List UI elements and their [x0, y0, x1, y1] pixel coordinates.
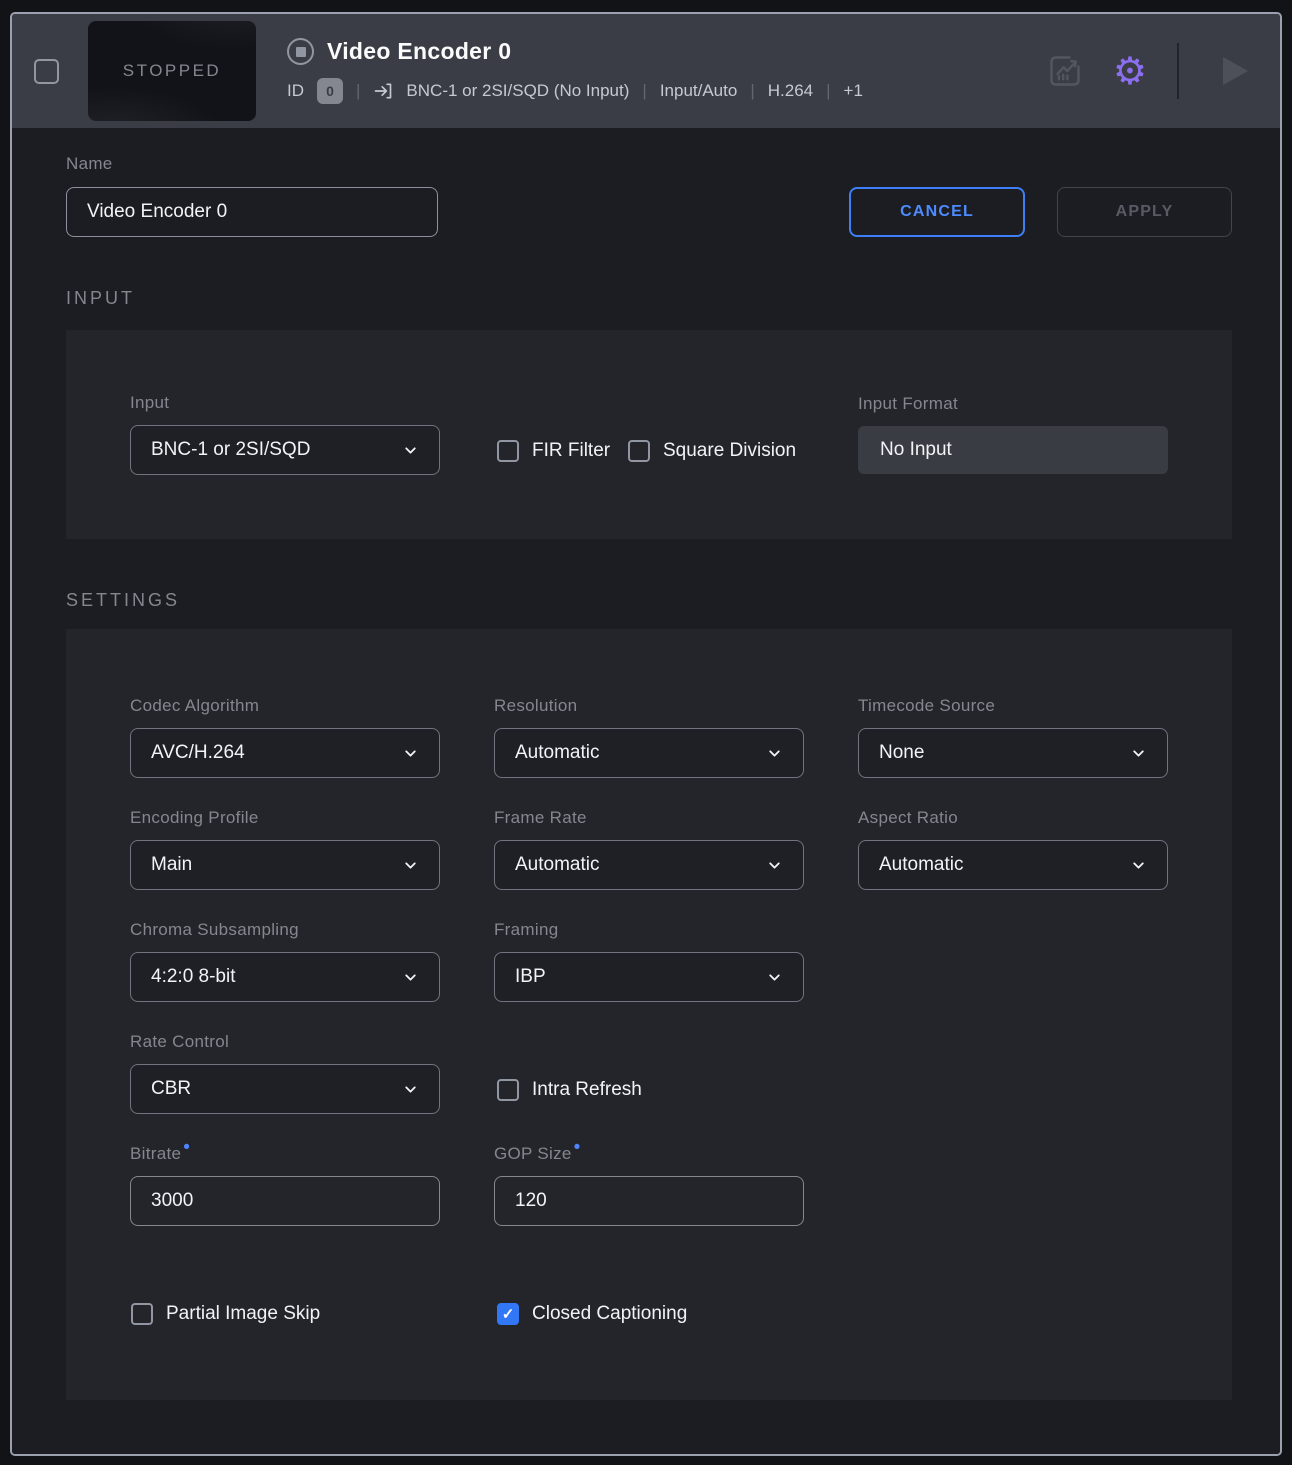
meta-more-count: +1	[844, 81, 863, 101]
chevron-down-icon	[766, 745, 783, 762]
stopped-status-icon	[287, 38, 314, 65]
required-indicator: •	[183, 1137, 190, 1158]
cancel-button[interactable]: CANCEL	[849, 187, 1025, 237]
square-division-checkbox[interactable]: ✓ Square Division	[628, 440, 796, 462]
chevron-down-icon	[402, 442, 419, 459]
bitrate-label: Bitrate•	[130, 1144, 190, 1164]
name-input[interactable]	[66, 187, 438, 237]
chevron-down-icon	[766, 857, 783, 874]
input-format-value: No Input	[858, 426, 1168, 474]
encoding-profile-label: Encoding Profile	[130, 808, 259, 828]
resolution-select[interactable]: Automatic	[494, 728, 804, 778]
partial-image-skip-checkbox[interactable]: ✓ Partial Image Skip	[131, 1303, 320, 1325]
encoder-form: Name CANCEL APPLY INPUT Input BNC-1 or 2…	[12, 128, 1280, 1456]
preview-thumbnail: STOPPED	[88, 21, 256, 121]
separator: |	[642, 81, 646, 101]
page-title: Video Encoder 0	[327, 38, 511, 65]
resolution-label: Resolution	[494, 696, 577, 716]
chevron-down-icon	[402, 745, 419, 762]
rate-control-label: Rate Control	[130, 1032, 229, 1052]
closed-captioning-checkbox[interactable]: ✓ Closed Captioning	[497, 1303, 687, 1325]
meta-input: BNC-1 or 2SI/SQD (No Input)	[406, 81, 629, 101]
settings-gear-icon[interactable]: ⚙	[1113, 52, 1147, 90]
codec-algorithm-label: Codec Algorithm	[130, 696, 259, 716]
required-indicator: •	[574, 1137, 581, 1158]
id-badge: 0	[317, 78, 343, 104]
meta-mode: Input/Auto	[660, 81, 738, 101]
chevron-down-icon	[766, 969, 783, 986]
status-badge: STOPPED	[123, 61, 221, 81]
chevron-down-icon	[402, 1081, 419, 1098]
chroma-subsampling-label: Chroma Subsampling	[130, 920, 299, 940]
apply-button[interactable]: APPLY	[1057, 187, 1232, 237]
timecode-source-label: Timecode Source	[858, 696, 995, 716]
chevron-down-icon	[1130, 857, 1147, 874]
chevron-down-icon	[402, 857, 419, 874]
intra-refresh-checkbox[interactable]: ✓ Intra Refresh	[497, 1079, 642, 1101]
rate-control-select[interactable]: CBR	[130, 1064, 440, 1114]
input-source-icon	[373, 81, 393, 101]
frame-rate-select[interactable]: Automatic	[494, 840, 804, 890]
header-divider	[1177, 43, 1179, 99]
codec-algorithm-select[interactable]: AVC/H.264	[130, 728, 440, 778]
settings-panel: Codec Algorithm AVC/H.264 Resolution Aut…	[66, 629, 1232, 1400]
chroma-subsampling-select[interactable]: 4:2:0 8-bit	[130, 952, 440, 1002]
settings-section-heading: SETTINGS	[66, 590, 180, 611]
stats-chart-icon[interactable]	[1047, 53, 1083, 89]
header-actions: ⚙	[1047, 14, 1262, 128]
chevron-down-icon	[1130, 745, 1147, 762]
play-button[interactable]	[1223, 57, 1248, 85]
title-block: Video Encoder 0 ID 0 | BNC-1 or 2SI/SQD …	[287, 38, 863, 104]
separator: |	[750, 81, 754, 101]
encoder-meta-row: ID 0 | BNC-1 or 2SI/SQD (No Input) | Inp…	[287, 78, 863, 104]
input-select[interactable]: BNC-1 or 2SI/SQD	[130, 425, 440, 475]
framing-label: Framing	[494, 920, 558, 940]
encoding-profile-select[interactable]: Main	[130, 840, 440, 890]
chevron-down-icon	[402, 969, 419, 986]
name-label: Name	[66, 154, 113, 174]
frame-rate-label: Frame Rate	[494, 808, 587, 828]
encoder-card: STOPPED Video Encoder 0 ID 0 | BNC-1 or …	[10, 12, 1282, 1456]
input-section-heading: INPUT	[66, 288, 135, 309]
encoder-header: STOPPED Video Encoder 0 ID 0 | BNC-1 or …	[12, 14, 1280, 128]
aspect-ratio-select[interactable]: Automatic	[858, 840, 1168, 890]
input-panel: Input BNC-1 or 2SI/SQD ✓ FIR Filter ✓ Sq…	[66, 330, 1232, 539]
meta-codec: H.264	[768, 81, 813, 101]
fir-filter-checkbox[interactable]: ✓ FIR Filter	[497, 440, 610, 462]
framing-select[interactable]: IBP	[494, 952, 804, 1002]
gop-size-label: GOP Size•	[494, 1144, 581, 1164]
bitrate-input[interactable]	[130, 1176, 440, 1226]
select-encoder-checkbox[interactable]	[34, 59, 59, 84]
separator: |	[826, 81, 830, 101]
input-label: Input	[130, 393, 169, 413]
timecode-source-select[interactable]: None	[858, 728, 1168, 778]
separator: |	[356, 81, 360, 101]
input-format-label: Input Format	[858, 394, 958, 414]
gop-size-input[interactable]	[494, 1176, 804, 1226]
aspect-ratio-label: Aspect Ratio	[858, 808, 958, 828]
id-label: ID	[287, 81, 304, 101]
